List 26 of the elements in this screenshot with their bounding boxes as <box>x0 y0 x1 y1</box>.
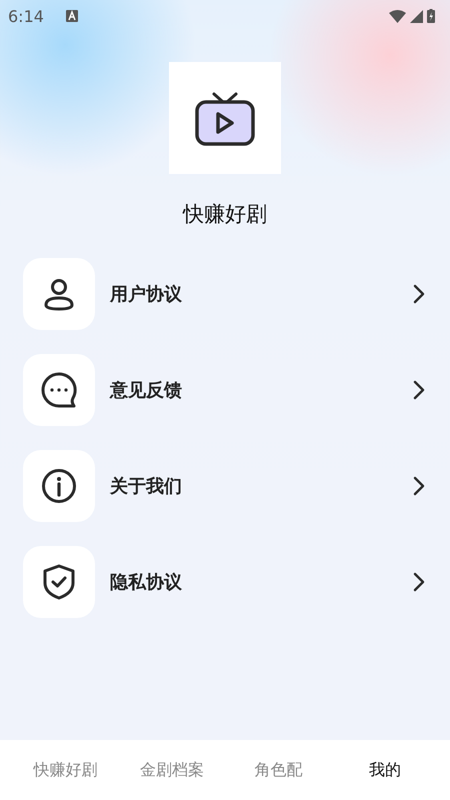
chevron-right-icon <box>413 476 425 496</box>
nav-tab[interactable]: 我的 <box>332 760 438 780</box>
shield-check-icon <box>42 563 76 601</box>
chevron-right-icon <box>413 380 425 400</box>
menu-label: 用户协议 <box>110 283 183 306</box>
chevron-right-icon <box>413 284 425 304</box>
battery-icon <box>427 9 435 23</box>
menu-item[interactable]: 隐私协议 <box>23 546 425 618</box>
menu-item[interactable]: 用户协议 <box>23 258 425 330</box>
signal-icon <box>410 10 423 22</box>
keyboard-notification-icon <box>66 10 78 22</box>
menu-label: 意见反馈 <box>110 379 183 402</box>
menu-label: 隐私协议 <box>110 571 183 594</box>
nav-tab[interactable]: 角色配 <box>225 760 332 780</box>
status-time: 6:14 <box>8 6 44 26</box>
menu-label: 关于我们 <box>110 475 183 498</box>
tv-play-icon <box>194 90 256 146</box>
info-icon <box>41 468 77 504</box>
wifi-icon <box>389 10 406 22</box>
chat-bubble-icon <box>40 371 78 409</box>
app-name: 快赚好剧 <box>183 201 267 228</box>
nav-tab[interactable]: 金剧档案 <box>118 760 225 780</box>
menu-item[interactable]: 关于我们 <box>23 450 425 522</box>
chevron-right-icon <box>413 572 425 592</box>
nav-tab[interactable]: 快赚好剧 <box>12 760 118 780</box>
menu-item[interactable]: 意见反馈 <box>23 354 425 426</box>
